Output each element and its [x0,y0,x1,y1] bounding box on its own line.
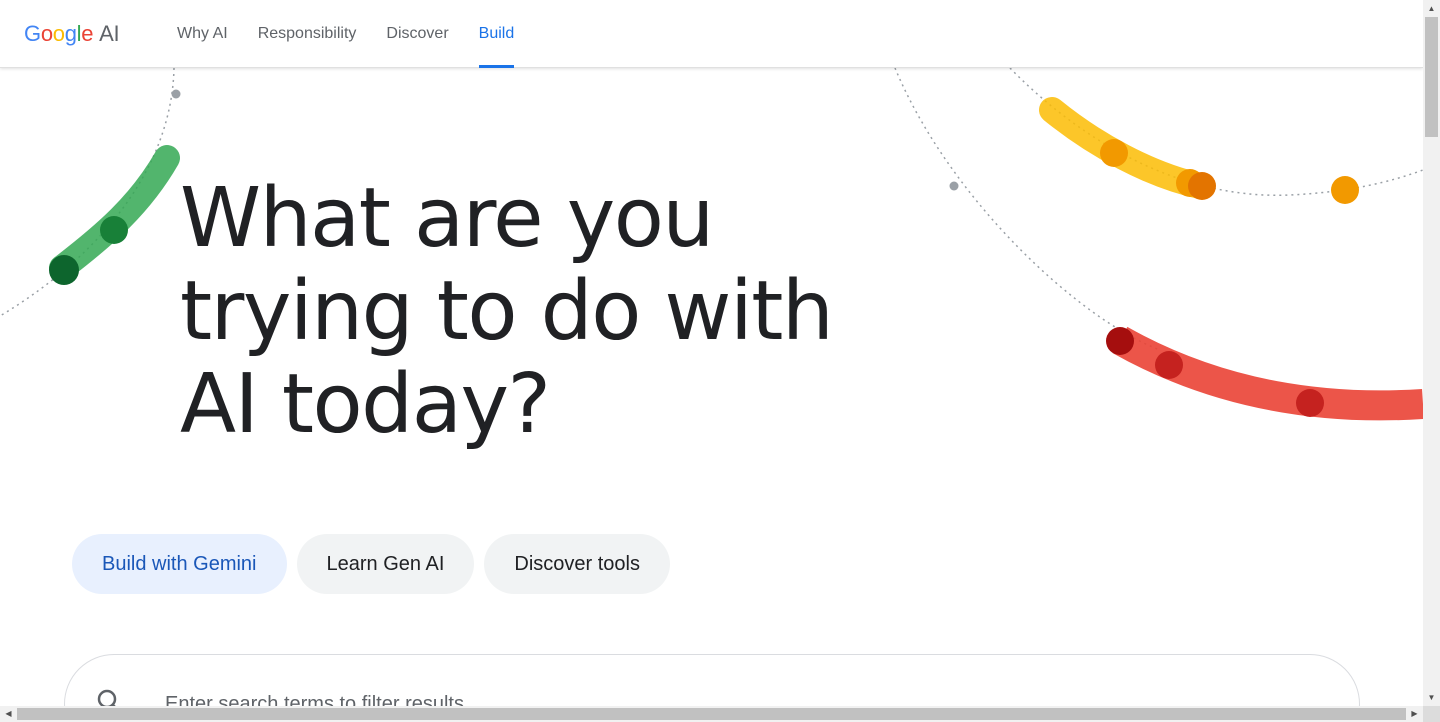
hero-title: What are you trying to do with AI today? [180,171,834,452]
yellow-dot-3 [1188,172,1216,200]
scroll-right-arrow-icon[interactable]: ▶ [1406,706,1423,722]
horizontal-scrollbar[interactable]: ◀ ▶ [0,706,1423,722]
vertical-scroll-thumb[interactable] [1425,17,1438,137]
logo-google-wordmark: Google [24,21,94,46]
hero-title-line-2: trying to do with [180,264,834,359]
chip-discover-tools[interactable]: Discover tools [484,534,670,594]
horizontal-scroll-thumb[interactable] [17,708,1406,720]
yellow-dot-1 [1100,139,1128,167]
red-dot-3 [1296,389,1324,417]
red-dot-2 [1155,351,1183,379]
logo-ai-text: AI [99,21,120,46]
topic-chips: Build with Gemini Learn Gen AI Discover … [72,534,680,594]
nav-item-discover[interactable]: Discover [386,0,448,68]
scrollbar-corner [1423,706,1440,722]
scroll-up-arrow-icon[interactable]: ▲ [1423,0,1440,17]
orange-dot [1331,176,1359,204]
chip-build-with-gemini[interactable]: Build with Gemini [72,534,287,594]
nav-item-build[interactable]: Build [478,0,514,68]
google-ai-logo[interactable]: Google AI [24,21,120,47]
green-stroke [49,145,180,281]
node-dot-left [171,89,181,99]
scroll-left-arrow-icon[interactable]: ◀ [0,706,17,722]
vertical-scrollbar[interactable]: ▲ ▼ [1423,0,1440,706]
hero-title-line-3: AI today? [180,357,551,452]
main-nav: Why AI Responsibility Discover Build [177,0,544,68]
chip-learn-gen-ai[interactable]: Learn Gen AI [296,534,475,594]
node-dot-right [949,181,959,191]
green-dot-1 [100,216,128,244]
green-dot-2 [49,255,79,285]
dotted-arc-right-outer [894,67,1161,351]
site-header: Google AI Why AI Responsibility Discover… [0,0,1423,68]
nav-item-why-ai[interactable]: Why AI [177,0,228,68]
hero-title-line-1: What are you [180,171,714,266]
red-dot-1 [1106,327,1134,355]
scroll-down-arrow-icon[interactable]: ▼ [1423,689,1440,706]
nav-item-responsibility[interactable]: Responsibility [258,0,357,68]
